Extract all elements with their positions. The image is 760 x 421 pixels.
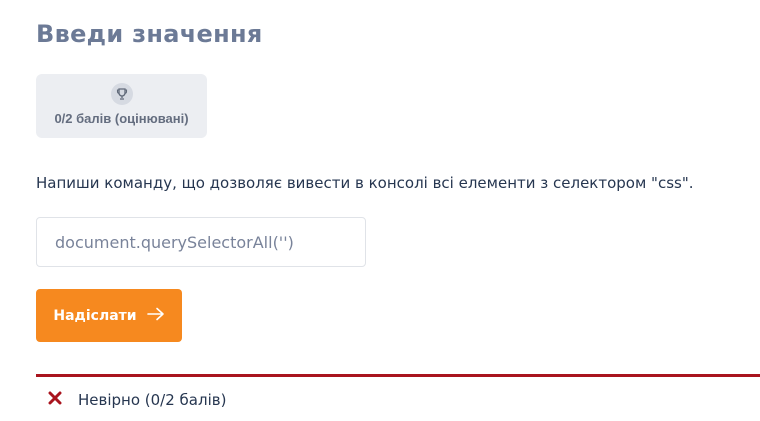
cross-icon	[47, 390, 63, 408]
submit-button-label: Надіслати	[53, 307, 137, 324]
question-text: Напиши команду, що дозволяє вивести в ко…	[36, 174, 694, 192]
result-status: Невірно (0/2 балів)	[78, 391, 227, 409]
arrow-right-icon	[146, 307, 165, 325]
score-badge: 0/2 балів (оцінювані)	[36, 74, 207, 138]
trophy-icon	[111, 83, 133, 105]
exercise-panel: Введи значення 0/2 балів (оцінювані) Нап…	[0, 0, 760, 421]
result-divider	[36, 374, 760, 377]
exercise-title: Введи значення	[36, 20, 263, 48]
submit-button[interactable]: Надіслати	[36, 289, 182, 342]
score-label: 0/2 балів (оцінювані)	[54, 111, 189, 126]
answer-input[interactable]	[36, 217, 366, 267]
